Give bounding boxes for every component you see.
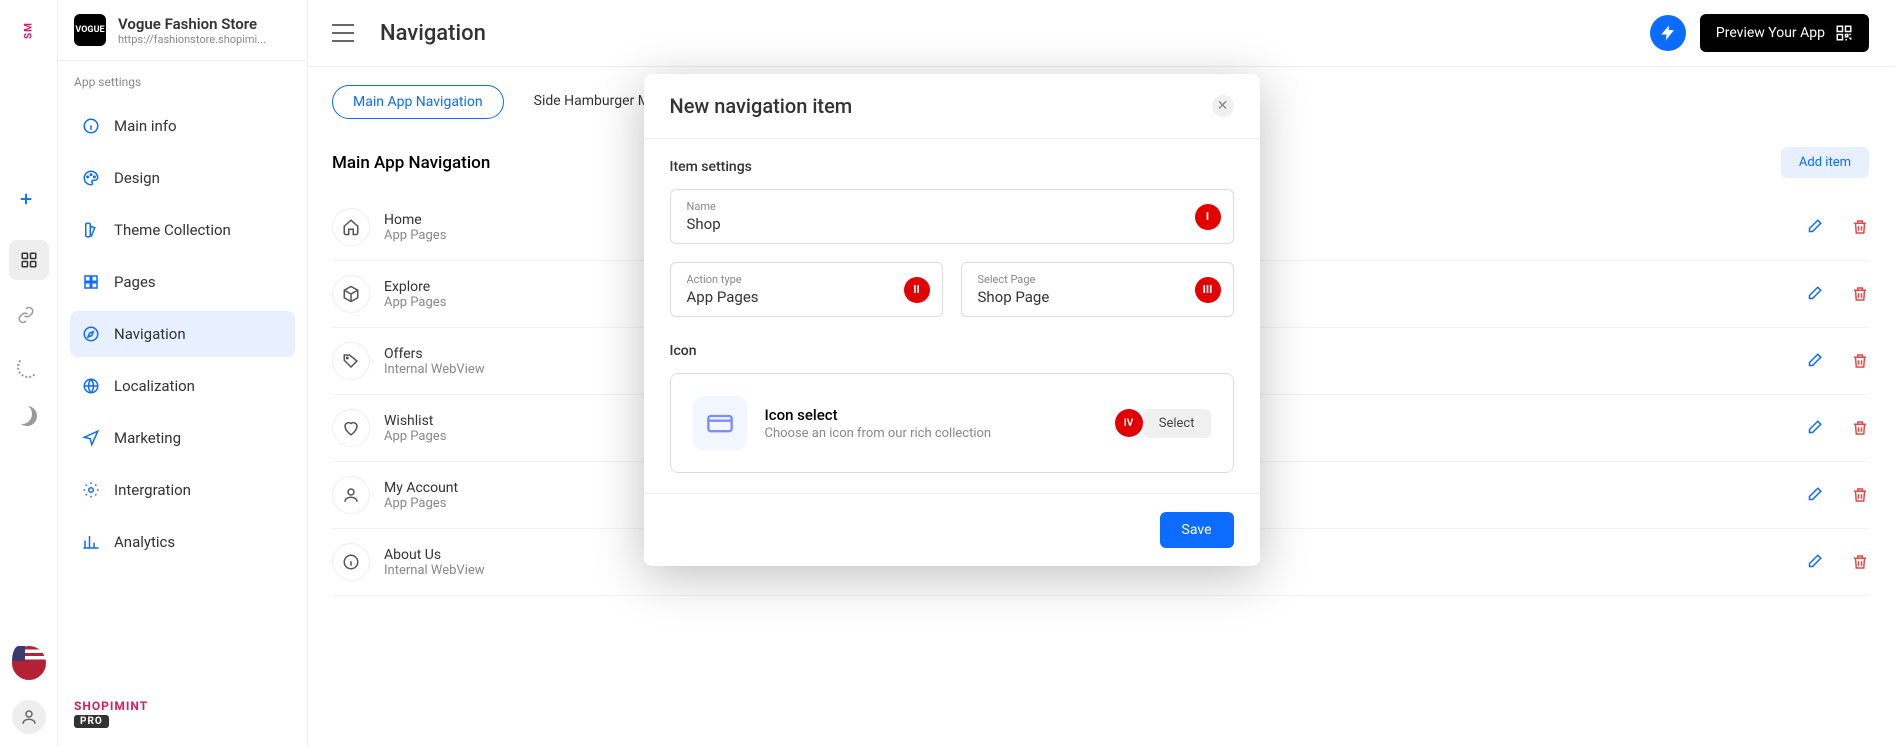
action-type-field[interactable]: Action type App Pages II [670, 262, 943, 317]
item-settings-label: Item settings [670, 159, 1234, 175]
action-type-label: Action type [687, 273, 926, 286]
select-page-field[interactable]: Select Page Shop Page III [961, 262, 1234, 317]
modal-title: New navigation item [670, 94, 853, 118]
select-page-value: Shop Page [978, 288, 1217, 306]
name-field-value: Shop [687, 215, 1217, 233]
step-badge-2: II [904, 277, 930, 303]
icon-section-label: Icon [670, 343, 1234, 359]
icon-select-sub: Choose an icon from our rich collection [765, 426, 992, 441]
step-badge-4: IV [1115, 409, 1143, 437]
select-page-label: Select Page [978, 273, 1217, 286]
action-type-value: App Pages [687, 288, 926, 306]
name-field-label: Name [687, 200, 1217, 213]
step-badge-1: I [1195, 204, 1221, 230]
step-badge-3: III [1195, 277, 1221, 303]
card-icon [693, 396, 747, 450]
icon-select-button[interactable]: Select [1143, 409, 1211, 438]
icon-select-title: Icon select [765, 406, 992, 424]
save-button[interactable]: Save [1160, 512, 1234, 548]
name-field[interactable]: Name Shop I [670, 189, 1234, 244]
close-icon[interactable]: ✕ [1212, 95, 1234, 117]
new-nav-item-modal: New navigation item ✕ Item settings Name… [644, 74, 1260, 566]
icon-select-box: Icon select Choose an icon from our rich… [670, 373, 1234, 473]
